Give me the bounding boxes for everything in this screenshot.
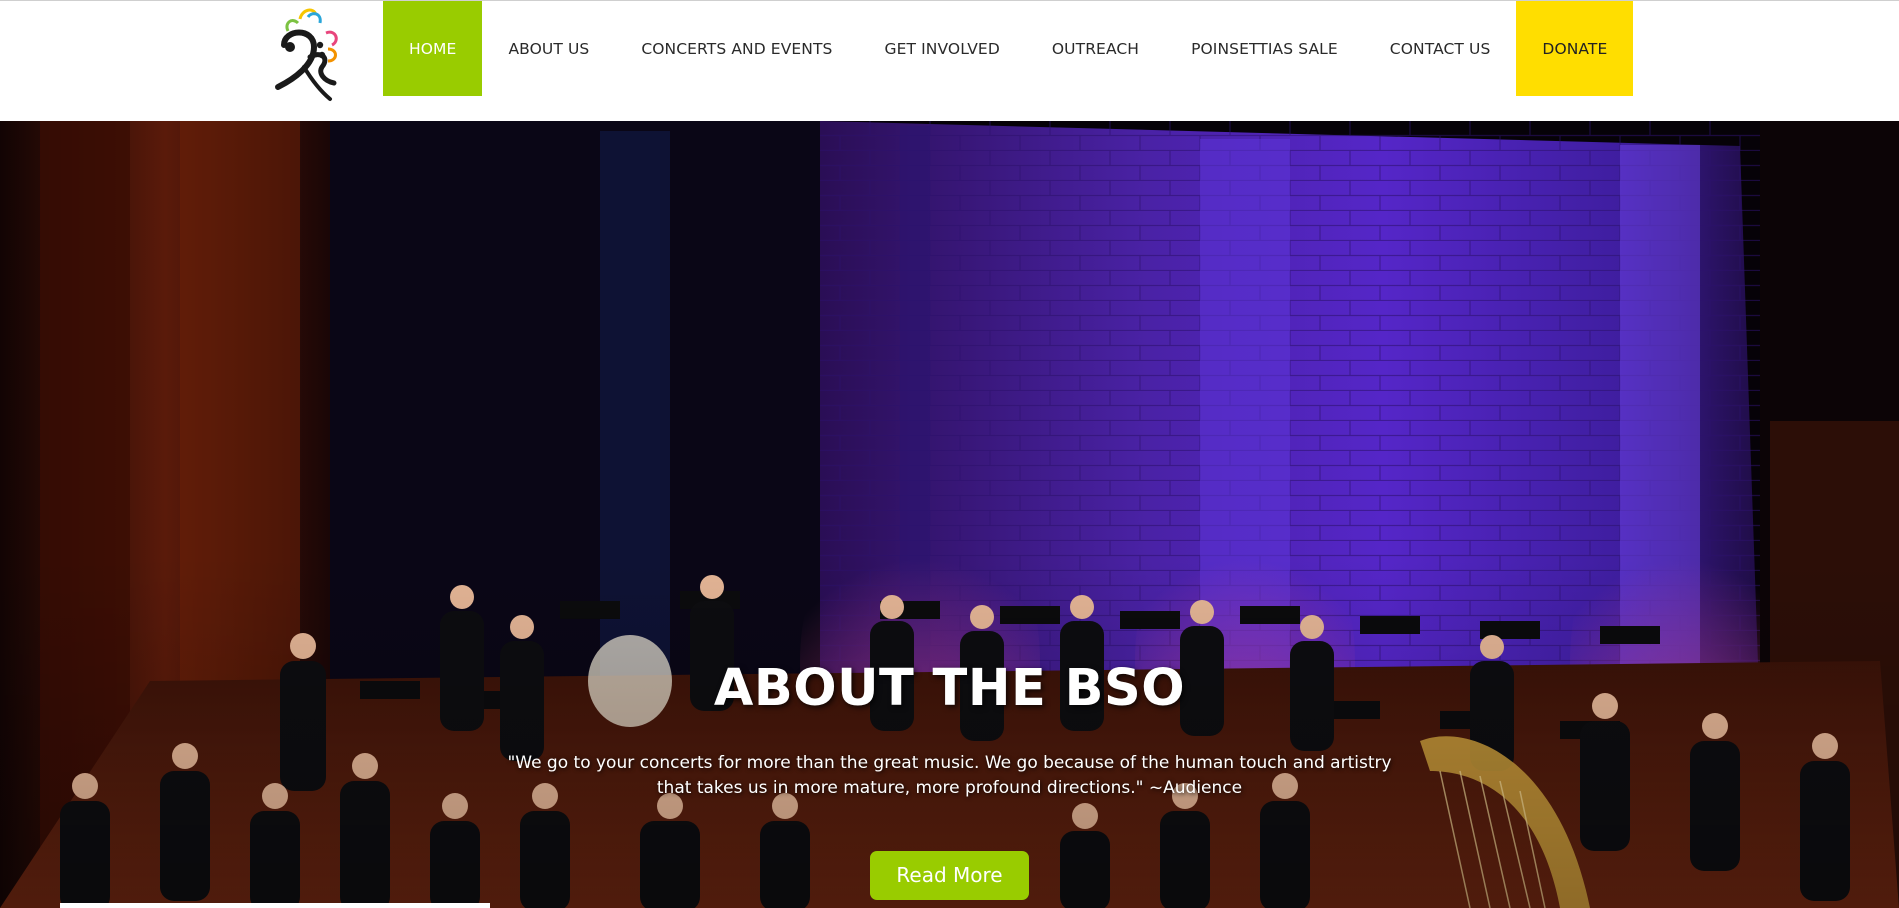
read-more-button[interactable]: Read More (870, 851, 1029, 901)
slider-progress-bar (60, 903, 490, 908)
nav-about-us[interactable]: ABOUT US (482, 1, 615, 96)
hero-content: ABOUT THE BSO "We go to your concerts fo… (0, 659, 1899, 901)
nav-poinsettias-sale[interactable]: POINSETTIAS SALE (1165, 1, 1364, 96)
hero-slider: ABOUT THE BSO "We go to your concerts fo… (0, 121, 1899, 908)
nav-concerts-and-events[interactable]: CONCERTS AND EVENTS (615, 1, 858, 96)
hero-quote-line-2: that takes us in more mature, more profo… (656, 778, 1243, 799)
logo-icon (275, 8, 338, 101)
nav-outreach[interactable]: OUTREACH (1026, 1, 1165, 96)
main-nav: HOME ABOUT US CONCERTS AND EVENTS GET IN… (383, 1, 1634, 96)
hero-title: ABOUT THE BSO (713, 659, 1186, 718)
page: HOME ABOUT US CONCERTS AND EVENTS GET IN… (0, 0, 1899, 908)
hero-quote: "We go to your concerts for more than th… (470, 751, 1430, 801)
site-header: HOME ABOUT US CONCERTS AND EVENTS GET IN… (0, 0, 1899, 121)
nav-donate-button[interactable]: DONATE (1516, 1, 1634, 96)
nav-home[interactable]: HOME (383, 1, 483, 96)
site-logo[interactable] (270, 5, 346, 103)
hero-quote-line-1: "We go to your concerts for more than th… (507, 753, 1392, 774)
nav-get-involved[interactable]: GET INVOLVED (859, 1, 1026, 96)
nav-contact-us[interactable]: CONTACT US (1364, 1, 1517, 96)
